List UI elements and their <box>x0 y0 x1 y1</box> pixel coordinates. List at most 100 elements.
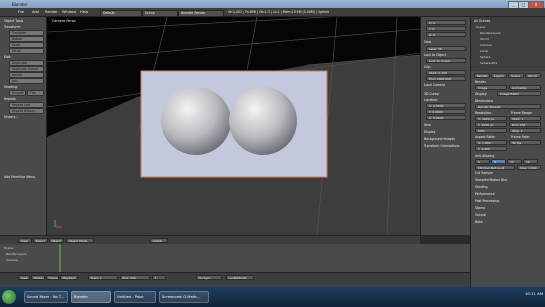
outliner-header[interactable]: All Scenes <box>474 19 490 23</box>
bake-heading[interactable]: Bake <box>475 220 483 224</box>
scale-button[interactable]: Scale <box>9 42 44 48</box>
task-blender[interactable]: Blender <box>71 291 111 303</box>
outliner-row-world[interactable]: World <box>480 37 489 41</box>
start-frame-field[interactable]: Start: 1 <box>509 116 541 121</box>
aspect-y-field[interactable]: Y: 1.000 <box>475 146 507 151</box>
tab-layers[interactable]: Layers <box>491 73 507 78</box>
task-screencast[interactable]: Screencast-O-Matic... <box>159 291 209 303</box>
mode-select[interactable]: Object Mode <box>66 238 94 243</box>
coord-z-field[interactable]: Z: 0. <box>426 32 466 37</box>
outliner-row-scene[interactable]: Scene <box>476 25 485 29</box>
repeat-history-button[interactable]: Repeat History... <box>9 108 44 114</box>
res-x-field[interactable]: X: 1920 px <box>475 116 507 121</box>
menu-add[interactable]: Add <box>32 10 39 14</box>
menu-window[interactable]: Window <box>62 10 76 14</box>
transform-orientations-heading[interactable]: Transform Orientations <box>424 144 459 148</box>
coord-y-field[interactable]: Y: 0. <box>426 26 466 31</box>
object-menu[interactable]: Object <box>49 238 64 243</box>
dimensions-heading[interactable]: Dimensions <box>475 99 493 103</box>
display-select[interactable]: Image Editor <box>497 91 541 96</box>
add-primitive-footer[interactable]: Add Primitive Menu <box>4 175 35 179</box>
render-image-button[interactable]: Image <box>475 85 507 90</box>
mirror-button[interactable]: Mirror <box>9 48 44 54</box>
delete-button[interactable]: Delete <box>9 72 44 78</box>
3d-viewport[interactable]: Camera Persp <box>47 17 420 235</box>
sampled-motion-blur-heading[interactable]: Sampled Motion Blur <box>475 178 507 182</box>
display-heading[interactable]: Display <box>424 130 435 134</box>
aspect-x-field[interactable]: X: 1.000 <box>475 140 507 145</box>
background-images-heading[interactable]: Background Images <box>424 137 455 141</box>
outliner-row-renderlayers[interactable]: RenderLayers <box>480 31 501 35</box>
join-button[interactable]: Join <box>9 78 44 84</box>
performance-heading[interactable]: Performance <box>475 192 495 196</box>
shading-heading[interactable]: Shading <box>475 185 488 189</box>
render-heading[interactable]: Render <box>475 80 486 84</box>
end-frame-field[interactable]: End: 250 <box>509 122 541 127</box>
outliner-row-sphere[interactable]: Sphere <box>480 55 491 59</box>
res-percent-field[interactable]: 50% <box>475 128 507 133</box>
repeat-last-button[interactable]: Repeat Last <box>9 102 44 108</box>
clip-end-field[interactable]: End: 1000.000 <box>426 76 466 81</box>
timeline-area[interactable]: Scene RenderLayers Camera <box>0 244 470 272</box>
local-camera-label[interactable]: Local Camera <box>424 83 445 87</box>
aa-8[interactable]: 8 <box>491 159 506 164</box>
outliner-row-lamp[interactable]: Lamp <box>480 49 488 53</box>
cursor-y-field[interactable]: Y: 0.0000 <box>426 109 466 114</box>
aa-11[interactable]: 11 <box>507 159 522 164</box>
render-presets-select[interactable]: Render Presets <box>475 104 541 109</box>
lens-field[interactable]: Lens: 35 <box>426 46 466 51</box>
task-paint[interactable]: Untitled - Paint <box>114 291 156 303</box>
cursor-z-field[interactable]: Z: 0.0000 <box>426 115 466 120</box>
flat-button[interactable]: Flat <box>27 90 44 96</box>
tl-frame-menu[interactable]: Frame <box>46 275 59 280</box>
render-animation-button[interactable]: Animation <box>509 85 541 90</box>
post-processing-heading[interactable]: Post Processing <box>475 199 499 203</box>
outliner-row-sphere-001[interactable]: Sphere.001 <box>480 61 497 65</box>
scene-select[interactable]: Scene <box>142 9 178 17</box>
rotate-button[interactable]: Rotate <box>9 36 44 42</box>
menu-file[interactable]: File <box>18 10 24 14</box>
tl-playback-menu[interactable]: Playback <box>60 275 78 280</box>
tab-scene[interactable]: Scene <box>508 73 524 78</box>
coord-x-field[interactable]: X: 0. <box>426 20 466 25</box>
res-y-field[interactable]: Y: 1080 px <box>475 122 507 127</box>
tl-start-field[interactable]: Start: 1 <box>88 275 118 280</box>
output-heading[interactable]: Output <box>475 213 486 217</box>
aa-size-field[interactable]: Size: 1.000 <box>517 165 541 170</box>
lock-cursor-field[interactable]: Lock to Cursor <box>426 58 466 63</box>
full-sample-label[interactable]: Full Sample <box>475 171 493 175</box>
orientation-select[interactable]: Global <box>150 238 168 243</box>
tab-render[interactable]: Render <box>474 73 490 78</box>
frame-step-field[interactable]: Step: 1 <box>509 128 541 133</box>
aa-filter-select[interactable]: Mitchell-Netravali <box>475 165 515 170</box>
clip-start-field[interactable]: Start: 0.100 <box>426 70 466 75</box>
view-menu[interactable]: View <box>18 238 32 243</box>
menu-render[interactable]: Render <box>45 10 58 14</box>
tl-marker-menu[interactable]: Marker <box>31 275 45 280</box>
tl-current-frame-field[interactable]: 1 <box>152 275 166 280</box>
menu-help[interactable]: Help <box>80 10 88 14</box>
translate-button[interactable]: Translate <box>9 30 44 36</box>
item-heading[interactable]: Item <box>424 123 431 127</box>
sphere-right[interactable] <box>229 87 297 155</box>
render-engine-select[interactable]: Blender Render <box>178 9 224 17</box>
smooth-button[interactable]: Smooth <box>9 90 26 96</box>
sphere-left[interactable] <box>161 87 231 155</box>
tab-world[interactable]: World <box>525 73 541 78</box>
aa-16[interactable]: 16 <box>523 159 538 164</box>
duplicate-button[interactable]: Duplicate <box>9 60 44 66</box>
tl-sync-select[interactable]: No Sync <box>196 275 222 280</box>
tl-view-menu[interactable]: View <box>18 275 30 280</box>
view-heading[interactable]: View <box>424 40 431 44</box>
cursor-x-field[interactable]: X: 0.0000 <box>426 103 466 108</box>
tl-keying-set-select[interactable]: LocRotScale <box>226 275 254 280</box>
stamp-heading[interactable]: Stamp <box>475 206 485 210</box>
select-menu[interactable]: Select <box>33 238 48 243</box>
outliner-row-camera[interactable]: Camera <box>480 43 492 47</box>
duplicate-linked-button[interactable]: Duplicate Linked <box>9 66 44 72</box>
task-sound-mixer[interactable]: Sound Mixer - No T... <box>24 291 68 303</box>
anti-aliasing-heading[interactable]: Anti-Aliasing <box>475 154 494 158</box>
fps-select[interactable]: 30 fps <box>509 140 541 145</box>
3d-cursor-heading[interactable]: 3D Cursor <box>424 92 440 96</box>
tl-end-field[interactable]: End: 250 <box>120 275 150 280</box>
